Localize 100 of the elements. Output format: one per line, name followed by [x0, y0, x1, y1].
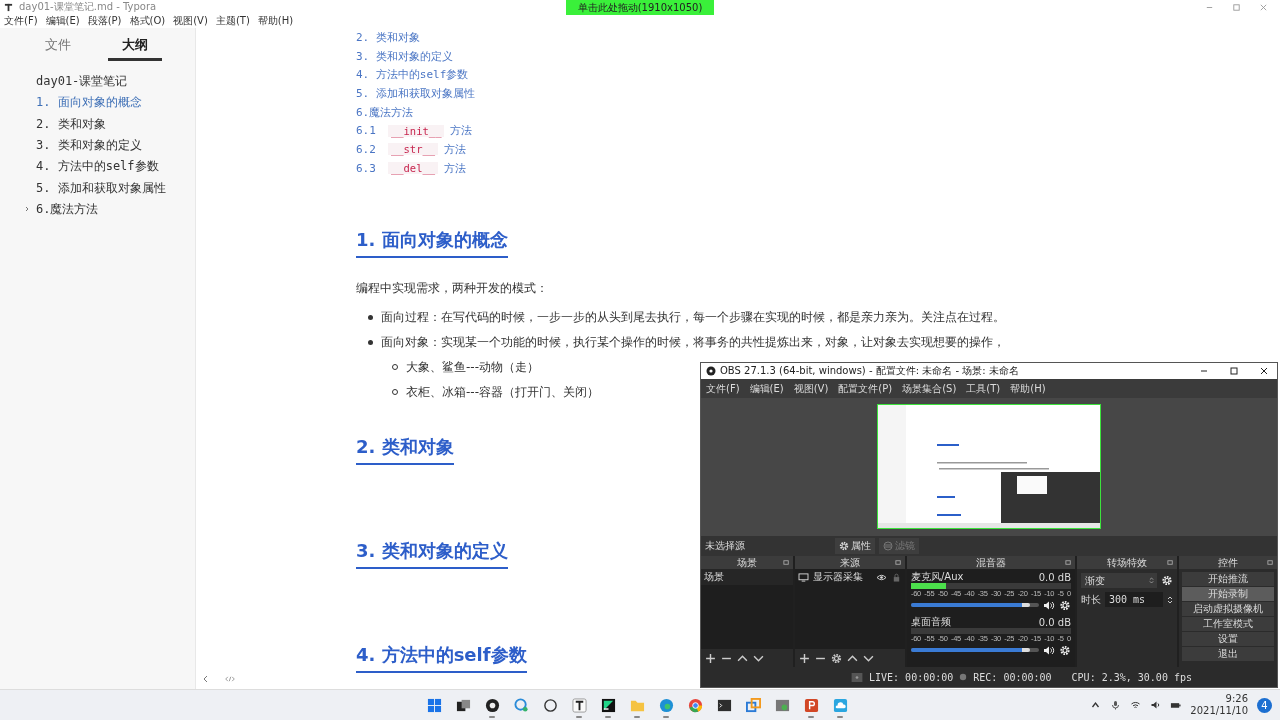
menu-item[interactable]: 视图(V): [173, 14, 208, 28]
microphone-icon[interactable]: [1110, 700, 1122, 710]
inline-code[interactable]: __init__: [387, 124, 445, 137]
toc-link[interactable]: 方法: [444, 160, 467, 176]
cloud-icon[interactable]: [832, 697, 848, 713]
outline-item[interactable]: 4. 方法中的self参数: [36, 158, 159, 176]
sidebar-tab[interactable]: 文件: [31, 36, 86, 61]
outline-item[interactable]: day01-课堂笔记: [36, 73, 128, 91]
spin-arrows-icon: [1149, 576, 1154, 585]
photo-icon[interactable]: [774, 697, 790, 713]
menu-item[interactable]: 配置文件(P): [838, 381, 893, 396]
window-title: OBS 27.1.3 (64-bit, windows) - 配置文件: 未命名 - 场景: 未命名: [720, 364, 1019, 378]
inline-code[interactable]: __str__: [387, 143, 439, 156]
menu-item[interactable]: 文件(F): [4, 14, 38, 28]
speaker-icon[interactable]: [1150, 700, 1162, 710]
menu-item[interactable]: 格式(O): [129, 14, 166, 28]
section-heading: 4. 方法中的self参数: [356, 642, 527, 673]
outline-item[interactable]: 3. 类和对象的定义: [36, 137, 142, 155]
menu-item[interactable]: 段落(P): [87, 14, 122, 28]
inline-code[interactable]: __del__: [387, 162, 439, 175]
clock-time: 9:26: [1225, 693, 1248, 705]
live-timer: LIVE: 00:00:00: [869, 671, 954, 683]
eye-icon[interactable]: [876, 572, 887, 582]
scene-item[interactable]: 场景: [701, 569, 793, 585]
outline-item[interactable]: 1. 面向对象的概念: [36, 94, 142, 112]
gear-icon: [839, 541, 849, 551]
dock-title: 场景: [737, 555, 757, 570]
dock-title: 控件: [1218, 555, 1238, 570]
bullet-icon: [368, 314, 373, 320]
menu-item[interactable]: 视图(V): [793, 381, 829, 396]
outline-item[interactable]: 6.魔法方法: [36, 200, 99, 218]
outline-item[interactable]: 5. 添加和获取对象属性: [36, 179, 166, 197]
undock-icon[interactable]: [1065, 559, 1072, 566]
toc-link[interactable]: 5. 添加和获取对象属性: [356, 85, 475, 101]
menu-item[interactable]: 帮助(H): [1010, 381, 1046, 396]
toc-link[interactable]: 3. 类和对象的定义: [356, 48, 453, 64]
toc-link[interactable]: 方法: [450, 123, 473, 139]
toc-link[interactable]: 方法: [444, 141, 467, 157]
lock-icon[interactable]: [891, 572, 902, 582]
boxes-icon[interactable]: [745, 697, 761, 713]
terminal-icon[interactable]: [716, 697, 732, 713]
channel-reading: 0.0 dB: [1038, 616, 1071, 628]
taskview-icon[interactable]: [455, 697, 471, 713]
undock-icon[interactable]: [895, 559, 902, 566]
menu-item[interactable]: 主题(T): [215, 14, 250, 28]
section-heading: 2. 类和对象: [356, 434, 454, 465]
add-icon[interactable]: [799, 652, 810, 664]
record-timer: REC: 00:00:00: [973, 671, 1052, 683]
speaker-icon[interactable]: [1043, 599, 1055, 611]
move-up-icon[interactable]: [847, 652, 858, 664]
undock-icon[interactable]: [783, 559, 790, 566]
speaker-icon[interactable]: [1043, 644, 1055, 656]
notification-badge[interactable]: 4: [1257, 697, 1272, 713]
dock-title: 转场特效: [1107, 555, 1147, 570]
circle-icon[interactable]: [542, 697, 558, 713]
toc-link[interactable]: 2. 类和对象: [356, 29, 420, 45]
control-button[interactable]: 启动虚拟摄像机: [1182, 602, 1274, 616]
toc-link[interactable]: 4. 方法中的self参数: [356, 67, 469, 83]
app-icon: [4, 2, 13, 12]
menu-item[interactable]: 文件(F): [706, 381, 740, 396]
control-button[interactable]: 开始推流: [1182, 572, 1274, 586]
source-item[interactable]: 显示器采集: [813, 570, 872, 584]
list-item: 面向对象：实现某一个功能的时候，执行某个操作的时候，将事务的共性提炼出来，对象，让对象去实现想要的操作，: [381, 333, 1005, 351]
sidebar-tab[interactable]: 大纲: [107, 36, 162, 61]
close-icon[interactable]: [1259, 366, 1269, 376]
chat-icon[interactable]: [513, 697, 529, 713]
undock-icon[interactable]: [1167, 559, 1174, 566]
battery-icon[interactable]: [1170, 700, 1182, 710]
menu-item[interactable]: 编辑(E): [749, 381, 784, 396]
chevron-up-icon[interactable]: [1090, 700, 1102, 710]
menu-item[interactable]: 场景集合(S): [902, 381, 957, 396]
menu-item[interactable]: 帮助(H): [257, 14, 294, 28]
control-button[interactable]: 开始录制: [1182, 587, 1274, 601]
transition-dropdown[interactable]: 渐变: [1081, 573, 1157, 588]
toc-link[interactable]: 6.2: [356, 142, 376, 156]
maximize-icon[interactable]: [1229, 366, 1239, 376]
toc-link[interactable]: 6.3: [356, 161, 376, 175]
wifi-icon[interactable]: [1130, 700, 1142, 710]
menu-item[interactable]: 编辑(E): [45, 14, 80, 28]
move-up-icon[interactable]: [737, 652, 748, 664]
app-logo-icon: [706, 366, 716, 376]
duration-label: 时长: [1081, 592, 1101, 607]
performance-stats: CPU: 2.3%, 30.00 fps: [1071, 671, 1192, 683]
menu-item[interactable]: 工具(T): [966, 381, 1001, 396]
toc-link[interactable]: 6.1: [356, 124, 376, 138]
toc-link[interactable]: 6.魔法方法: [356, 104, 414, 120]
outline-item[interactable]: 2. 类和对象: [36, 115, 106, 133]
paragraph: 编程中实现需求，两种开发的模式：: [356, 279, 549, 297]
properties-button[interactable]: 属性: [835, 538, 875, 554]
gear-icon[interactable]: [831, 652, 842, 664]
add-icon[interactable]: [705, 652, 716, 664]
undock-icon[interactable]: [1267, 559, 1274, 566]
control-button[interactable]: 退出: [1182, 647, 1274, 661]
control-button[interactable]: 设置: [1182, 632, 1274, 646]
control-button[interactable]: 工作室模式: [1182, 617, 1274, 631]
clock[interactable]: 9:26 2021/11/10: [1190, 693, 1248, 717]
broadcast-icon: [851, 672, 863, 682]
duration-field[interactable]: 300 ms: [1105, 592, 1163, 607]
start-icon[interactable]: [426, 697, 442, 713]
capture-drag-bar[interactable]: 单击此处拖动(1910x1050): [566, 0, 714, 15]
